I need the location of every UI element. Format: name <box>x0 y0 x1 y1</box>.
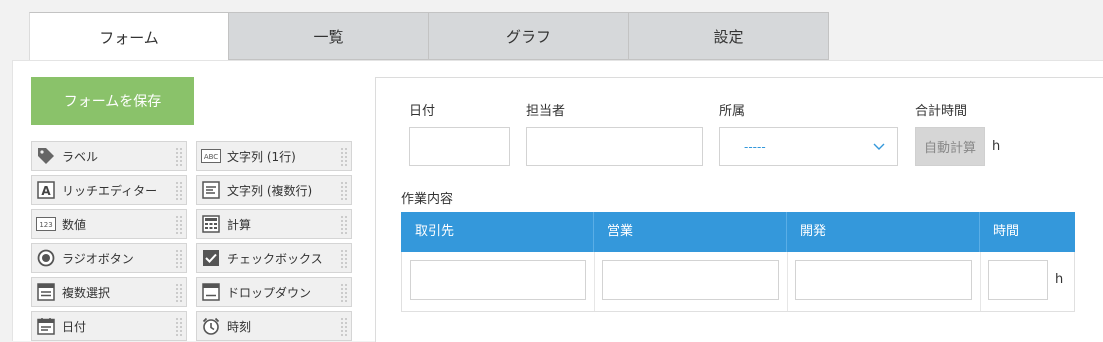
person-field-label: 担当者 <box>526 104 566 119</box>
palette-item-calc[interactable]: 計算 <box>196 209 352 239</box>
palette-item-date[interactable]: 日付 <box>31 311 187 341</box>
tab-bar: フォーム 一覧 グラフ 設定 <box>29 12 829 61</box>
drag-handle-icon[interactable] <box>175 317 183 337</box>
palette-item-text: ラベル <box>62 149 99 164</box>
checkbox-icon <box>201 248 221 268</box>
dev-cell-input[interactable] <box>795 260 972 300</box>
palette-item-time[interactable]: 時刻 <box>196 311 352 341</box>
date-input[interactable] <box>409 127 510 166</box>
col-header-time: 時間 <box>993 224 1020 239</box>
drag-handle-icon[interactable] <box>175 283 183 303</box>
palette-item-radio[interactable]: ラジオボタン <box>31 243 187 273</box>
dropdown-icon <box>201 282 221 302</box>
palette-item-text: リッチエディター <box>62 183 158 198</box>
tab-graph[interactable]: グラフ <box>429 12 629 60</box>
tab-settings[interactable]: 設定 <box>629 12 829 60</box>
palette-item-text: 時刻 <box>227 319 252 334</box>
dept-field-label: 所属 <box>719 104 746 119</box>
col-header-sales: 営業 <box>607 224 634 239</box>
palette-item-single-line-text[interactable]: ABC 文字列 (1行) <box>196 141 352 171</box>
multiline-text-icon <box>201 180 221 200</box>
time-cell-input[interactable] <box>988 260 1048 300</box>
palette-item-dropdown[interactable]: ドロップダウン <box>196 277 352 307</box>
palette-item-number[interactable]: 123 数値 <box>31 209 187 239</box>
palette-item-text: チェックボックス <box>227 251 323 266</box>
multi-select-icon <box>36 282 56 302</box>
palette-item-text: 計算 <box>227 217 252 232</box>
palette-item-text: 日付 <box>62 319 87 334</box>
calculator-icon <box>201 214 221 234</box>
palette-item-text: ラジオボタン <box>62 251 134 266</box>
date-field-label: 日付 <box>409 104 436 119</box>
palette-item-text: 文字列 (複数行) <box>227 183 313 198</box>
total-hours-label: 合計時間 <box>915 104 968 119</box>
table-header: 取引先 営業 開発 時間 <box>401 212 1075 252</box>
dept-dropdown-value: ----- <box>744 139 766 154</box>
svg-text:A: A <box>41 184 51 198</box>
alarm-clock-icon <box>201 316 221 336</box>
drag-handle-icon[interactable] <box>175 181 183 201</box>
col-header-dev: 開発 <box>800 224 827 239</box>
drag-handle-icon[interactable] <box>340 181 348 201</box>
palette-item-text: 数値 <box>62 217 87 232</box>
tab-form[interactable]: フォーム <box>29 12 229 61</box>
calendar-icon <box>36 316 56 336</box>
rich-editor-icon: A <box>36 180 56 200</box>
client-cell-input[interactable] <box>410 260 586 300</box>
palette-item-text: 複数選択 <box>62 285 111 300</box>
auto-calc-field: 自動計算 <box>915 127 985 166</box>
table-row: h <box>401 252 1075 312</box>
work-content-label: 作業内容 <box>401 192 454 207</box>
total-hours-unit: h <box>992 139 1001 154</box>
radio-button-icon <box>36 248 56 268</box>
chevron-down-icon <box>873 140 885 154</box>
label-tag-icon <box>36 146 56 166</box>
svg-text:ABC: ABC <box>204 153 218 161</box>
drag-handle-icon[interactable] <box>340 283 348 303</box>
svg-text:123: 123 <box>39 221 52 229</box>
drag-handle-icon[interactable] <box>340 147 348 167</box>
person-input[interactable] <box>526 127 703 166</box>
drag-handle-icon[interactable] <box>175 249 183 269</box>
palette-item-multi-line-text[interactable]: 文字列 (複数行) <box>196 175 352 205</box>
drag-handle-icon[interactable] <box>340 317 348 337</box>
palette-item-rich-editor[interactable]: A リッチエディター <box>31 175 187 205</box>
number-123-icon: 123 <box>36 214 56 234</box>
palette-item-text: 文字列 (1行) <box>227 149 296 164</box>
drag-handle-icon[interactable] <box>175 147 183 167</box>
col-header-client: 取引先 <box>415 224 455 239</box>
palette-item-text: ドロップダウン <box>227 285 312 300</box>
drag-handle-icon[interactable] <box>175 215 183 235</box>
drag-handle-icon[interactable] <box>340 249 348 269</box>
palette-item-label[interactable]: ラベル <box>31 141 187 171</box>
palette-item-checkbox[interactable]: チェックボックス <box>196 243 352 273</box>
abc-text-icon: ABC <box>201 146 221 166</box>
drag-handle-icon[interactable] <box>340 215 348 235</box>
sales-cell-input[interactable] <box>602 260 779 300</box>
dept-dropdown[interactable]: ----- <box>719 127 898 166</box>
palette-item-multi-select[interactable]: 複数選択 <box>31 277 187 307</box>
form-editor-panel: フォームを保存 ラベル ABC 文字列 (1行) A リッチエディター 文字列 … <box>12 60 1103 342</box>
tab-list[interactable]: 一覧 <box>229 12 429 60</box>
time-unit: h <box>1055 272 1064 287</box>
save-form-button[interactable]: フォームを保存 <box>31 77 194 125</box>
form-layout-canvas: 日付 担当者 所属 ----- 合計時間 自動計算 h 作業内容 取引先 営業 … <box>375 77 1103 342</box>
